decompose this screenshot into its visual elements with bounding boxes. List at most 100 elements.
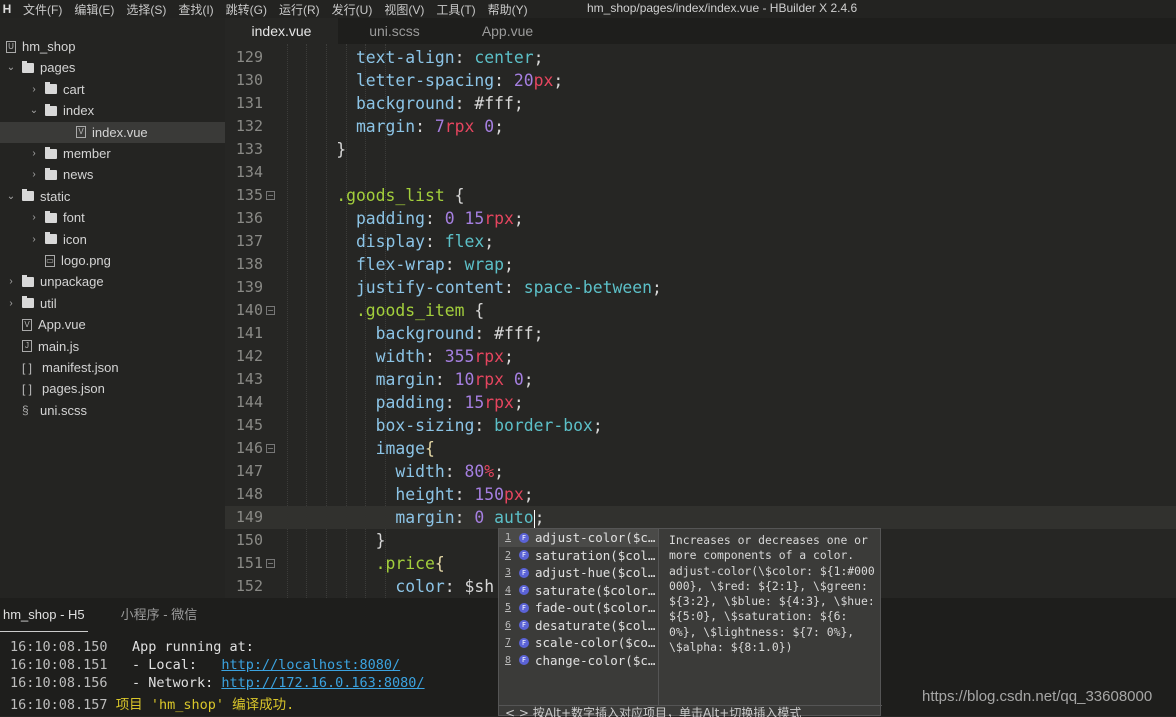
token-num: 355: [444, 347, 475, 366]
code-line[interactable]: 148 height: 150px;: [225, 483, 1176, 506]
code-line[interactable]: 132 margin: 7rpx 0;: [225, 115, 1176, 138]
code-text: background: #fff;: [277, 92, 524, 115]
tab-index-vue[interactable]: index.vue: [225, 18, 338, 44]
code-line[interactable]: 131 background: #fff;: [225, 92, 1176, 115]
tree-item[interactable]: Vindex.vue: [0, 121, 225, 143]
folder-icon: [45, 146, 57, 159]
code-line[interactable]: 133 }: [225, 138, 1176, 161]
autocomplete-item[interactable]: 2 Fsaturation($col…: [499, 547, 658, 565]
timestamp: 16:10:08.157: [10, 697, 108, 713]
code-line[interactable]: 141 background: #fff;: [225, 322, 1176, 345]
line-number: 135: [235, 186, 263, 204]
tree-item[interactable]: ▭ logo.png: [0, 250, 225, 271]
tree-item[interactable]: › icon: [0, 229, 225, 250]
menu-item[interactable]: 发行(U): [332, 1, 373, 18]
menu-item[interactable]: 视图(V): [384, 1, 424, 18]
menu-item[interactable]: 选择(S): [126, 1, 166, 18]
tree-item[interactable]: [ ] manifest.json: [0, 357, 225, 378]
token-punc: ;: [534, 508, 545, 527]
autocomplete-item[interactable]: 3 Fadjust-hue($col…: [499, 564, 658, 582]
tree-item[interactable]: ⌄ static: [0, 186, 225, 207]
fold-toggle-icon[interactable]: −: [266, 559, 275, 568]
console-tab[interactable]: 小程序 - 微信: [118, 598, 201, 632]
code-line[interactable]: 145 box-sizing: border-box;: [225, 414, 1176, 437]
tree-item-label: cart: [63, 81, 85, 97]
tree-item[interactable]: Jmain.js: [0, 336, 225, 357]
code-text: display: flex;: [277, 230, 494, 253]
code-line[interactable]: 130 letter-spacing: 20px;: [225, 69, 1176, 92]
code-line[interactable]: 146− image{: [225, 437, 1176, 460]
code-line[interactable]: 129 text-align: center;: [225, 46, 1176, 69]
tree-item[interactable]: › util: [0, 293, 225, 314]
code-line[interactable]: 135− .goods_list {: [225, 184, 1176, 207]
tab-App-vue[interactable]: App.vue: [451, 18, 564, 44]
code-line[interactable]: 139 justify-content: space-between;: [225, 276, 1176, 299]
code-line[interactable]: 147 width: 80%;: [225, 460, 1176, 483]
tree-item-label: App.vue: [38, 317, 86, 333]
fold-toggle-icon[interactable]: −: [266, 444, 275, 453]
tree-item[interactable]: ⌄ pages: [0, 57, 225, 78]
line-number: 136: [235, 209, 263, 227]
tree-item-label: member: [63, 146, 111, 161]
tree-item[interactable]: › font: [0, 207, 225, 228]
line-number: 139: [235, 278, 263, 296]
item-label: desaturate($col…: [535, 617, 656, 633]
code-line[interactable]: 144 padding: 15rpx;: [225, 391, 1176, 414]
menu-item[interactable]: 工具(T): [436, 1, 475, 18]
tree-item[interactable]: › news: [0, 164, 225, 185]
tree-item[interactable]: [ ] pages.json: [0, 378, 225, 399]
tree-item[interactable]: › unpackage: [0, 271, 225, 292]
token-prop: letter-spacing: [277, 71, 495, 90]
tab-uni-scss[interactable]: uni.scss: [338, 18, 451, 44]
token-num: 0: [474, 117, 495, 136]
tree-item-label: util: [40, 295, 57, 311]
autocomplete-item[interactable]: 5 Ffade-out($color…: [499, 599, 658, 617]
token-tag: image: [277, 439, 426, 458]
function-icon: F: [519, 620, 529, 631]
tree-item[interactable]: › member: [0, 143, 225, 164]
item-label: change-color($c…: [535, 652, 656, 668]
console-link[interactable]: http://172.16.0.163:8080/: [221, 675, 424, 691]
menu-item[interactable]: 跳转(G): [226, 1, 267, 18]
autocomplete-item[interactable]: 1 Fadjust-color($c…: [499, 529, 658, 547]
code-line[interactable]: 138 flex-wrap: wrap;: [225, 253, 1176, 276]
token-unit: rpx: [474, 370, 504, 389]
line-number: 148: [235, 485, 263, 503]
menu-item[interactable]: 编辑(E): [74, 1, 114, 18]
token-prop: width: [277, 462, 445, 481]
tree-item[interactable]: Uhm_shop: [0, 36, 225, 57]
code-line[interactable]: 143 margin: 10rpx 0;: [225, 368, 1176, 391]
console-link[interactable]: http://localhost:8080/: [221, 657, 400, 673]
token-punc: ;: [513, 209, 524, 228]
code-editor[interactable]: 129 text-align: center; 130 letter-spacin…: [225, 44, 1176, 598]
project-explorer: Uhm_shop ⌄ pages › cart ⌄ index Vindex.vue › memb…: [0, 18, 225, 598]
code-line[interactable]: 142 width: 355rpx;: [225, 345, 1176, 368]
code-line[interactable]: 149 margin: 0 auto;: [225, 506, 1176, 529]
tree-item[interactable]: ⌄ index: [0, 100, 225, 121]
menu-item[interactable]: 运行(R): [279, 1, 320, 18]
autocomplete-item[interactable]: 8 Fchange-color($c…: [499, 652, 658, 670]
code-line[interactable]: 134: [225, 161, 1176, 184]
line-number: 140: [235, 301, 263, 319]
autocomplete-item[interactable]: 4 Fsaturate($color…: [499, 582, 658, 600]
fold-toggle-icon[interactable]: −: [266, 191, 275, 200]
code-text: padding: 15rpx;: [277, 391, 524, 414]
code-text: letter-spacing: 20px;: [277, 69, 563, 92]
menu-item[interactable]: 帮助(Y): [488, 1, 528, 18]
tree-item[interactable]: › cart: [0, 79, 225, 100]
tree-item[interactable]: § uni.scss: [0, 400, 225, 421]
code-line[interactable]: 140− .goods_item {: [225, 299, 1176, 322]
autocomplete-item[interactable]: 6 Fdesaturate($col…: [499, 617, 658, 635]
app-logo: H: [2, 2, 12, 16]
menu-item[interactable]: 查找(I): [178, 1, 213, 18]
fold-toggle-icon[interactable]: −: [266, 306, 275, 315]
token-num: 20: [513, 71, 534, 90]
vue-file-icon: V: [22, 318, 32, 331]
autocomplete-item[interactable]: 7 Fscale-color($co…: [499, 634, 658, 652]
console-text: App running at:: [115, 639, 254, 655]
tree-item[interactable]: V App.vue: [0, 314, 225, 335]
code-line[interactable]: 137 display: flex;: [225, 230, 1176, 253]
code-line[interactable]: 136 padding: 0 15rpx;: [225, 207, 1176, 230]
console-tab[interactable]: hm_shop - H5: [0, 598, 88, 632]
menu-item[interactable]: 文件(F): [23, 1, 62, 18]
